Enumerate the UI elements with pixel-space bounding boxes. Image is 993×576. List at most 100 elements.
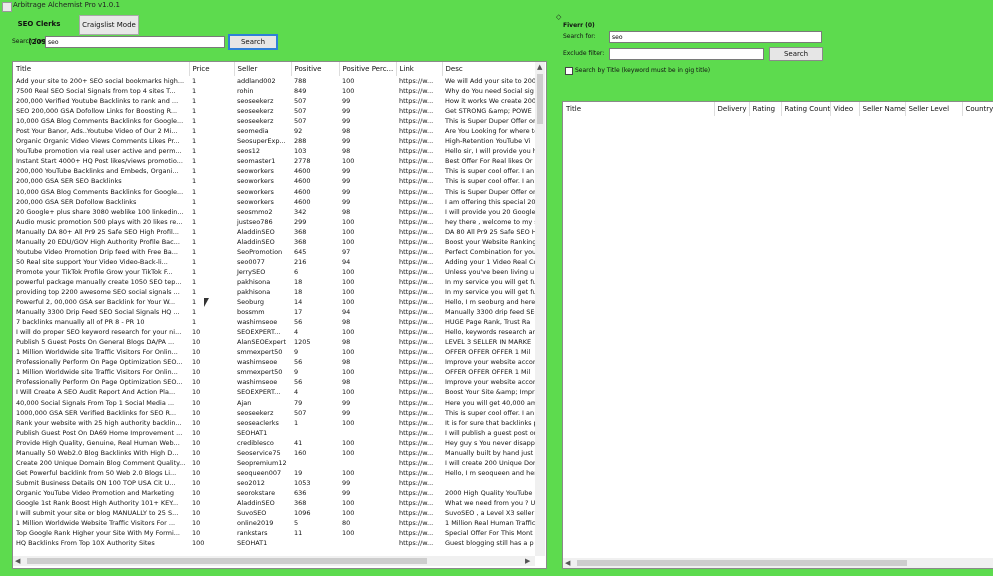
- table-row[interactable]: Professionally Perform On Page Optimizat…: [13, 377, 535, 387]
- table-row[interactable]: Top Google Rank Higher your Site With My…: [13, 528, 535, 538]
- table-cell: 1: [192, 117, 197, 126]
- fiverr-column-header-country[interactable]: Country: [962, 102, 993, 116]
- table-row[interactable]: Create 200 Unique Domain Blog Comment Qu…: [13, 458, 535, 468]
- table-row[interactable]: Publish Guest Post On DA69 Home Improvem…: [13, 428, 535, 438]
- table-row[interactable]: Manually 50 Web2.0 Blog Backlinks With H…: [13, 448, 535, 458]
- table-row[interactable]: Add your site to 200+ SEO social bookmar…: [13, 76, 535, 86]
- table-row[interactable]: Powerful 2, 00,000 GSA ser Backlink for …: [13, 297, 535, 307]
- table-row[interactable]: Manually 3300 Drip Feed SEO Social Signa…: [13, 307, 535, 317]
- column-header-seller[interactable]: Seller: [234, 62, 292, 76]
- table-cell: https://w...: [399, 378, 434, 387]
- scrollbar-thumb[interactable]: [537, 74, 543, 124]
- table-row[interactable]: Get Powerful backlink from 50 Web 2.0 Bl…: [13, 468, 535, 478]
- horizontal-scrollbar-thumb[interactable]: [27, 558, 427, 564]
- table-row[interactable]: 50 Real site support Your Video Video-Ba…: [13, 257, 535, 267]
- table-cell: 103: [294, 147, 307, 156]
- scroll-right-arrow-icon[interactable]: ▶: [525, 557, 530, 565]
- fiverr-column-header-video[interactable]: Video: [830, 102, 860, 116]
- column-header-positive[interactable]: Positive: [291, 62, 340, 76]
- table-row[interactable]: 40,000 Social Signals From Top 1 Social …: [13, 398, 535, 408]
- seo-clerks-results-table[interactable]: Title Price Seller Positive Positive Perc...…: [12, 61, 547, 569]
- table-row[interactable]: 10,000 GSA Blog Comments Backlinks for G…: [13, 116, 535, 126]
- fiverr-results-table[interactable]: Title Delivery Rating Rating Count Video Sell…: [562, 101, 993, 569]
- table-row[interactable]: Manually 20 EDU/GOV High Authority Profi…: [13, 237, 535, 247]
- table-cell: 100: [342, 237, 355, 246]
- table-cell: Ajan: [237, 398, 252, 407]
- table-row[interactable]: 1 Million Worldwide Website Traffic Visi…: [13, 518, 535, 528]
- table-row[interactable]: Manually DA 80+ All Pr9 25 Safe SEO High…: [13, 227, 535, 237]
- table-cell: YouTube promotion via real user active a…: [16, 147, 182, 156]
- table-row[interactable]: 200,000 YouTube Backlinks and Embeds, Or…: [13, 166, 535, 176]
- table-cell: 10: [192, 509, 201, 518]
- table-row[interactable]: I will submit your site or blog MANUALLY…: [13, 508, 535, 518]
- table-row[interactable]: Organic Organic Video Views Comments Lik…: [13, 136, 535, 146]
- table-row[interactable]: Professionally Perform On Page Optimizat…: [13, 357, 535, 367]
- table-row[interactable]: Google 1st Rank Boost High Authority 101…: [13, 498, 535, 508]
- fiverr-column-header-seller-level[interactable]: Seller Level: [905, 102, 963, 116]
- fiverr-column-header-rating[interactable]: Rating: [749, 102, 782, 116]
- table-row[interactable]: 7500 Real SEO Social Signals from top 4 …: [13, 86, 535, 96]
- table-row[interactable]: 200,000 Verified Youtube Backlinks to ra…: [13, 96, 535, 106]
- table-row[interactable]: HQ Backlinks From Top 10X Authority Site…: [13, 538, 535, 548]
- table-row[interactable]: 7 backlinks manually all of PR 8 - PR 10…: [13, 317, 535, 327]
- table-cell: 100: [342, 509, 355, 518]
- table-row[interactable]: I will do proper SEO keyword research fo…: [13, 327, 535, 337]
- table-cell: 788: [294, 77, 307, 86]
- fiverr-search-input[interactable]: [609, 31, 822, 43]
- table-row[interactable]: I Will Create A SEO Audit Report And Act…: [13, 387, 535, 397]
- table-row[interactable]: YouTube promotion via real user active a…: [13, 146, 535, 156]
- table-row[interactable]: 1000,000 GSA SER Verified Backlinks for …: [13, 408, 535, 418]
- splitter-arrows-icon[interactable]: ◇: [556, 13, 561, 21]
- tab-seo-clerks[interactable]: SEO Clerks (209): [6, 15, 72, 46]
- table-row[interactable]: Instant Start 4000+ HQ Post likes/views …: [13, 156, 535, 166]
- table-cell: seo2012: [237, 478, 265, 487]
- table-row[interactable]: 200,000 GSA SER Dofollow Backlinks 1 seowo…: [13, 197, 535, 207]
- search-input[interactable]: [45, 36, 225, 48]
- fiverr-column-header-title[interactable]: Title: [563, 102, 715, 116]
- column-header-link[interactable]: Link: [396, 62, 443, 76]
- table-row[interactable]: Provide High Quality, Genuine, Real Huma…: [13, 438, 535, 448]
- scroll-left-arrow-icon[interactable]: ◀: [15, 557, 20, 565]
- table-cell: I am offering this special 200: [445, 197, 535, 206]
- search-button[interactable]: Search: [228, 34, 278, 50]
- table-row[interactable]: SEO 200,000 GSA Dofollow Links for Boost…: [13, 106, 535, 116]
- table-row[interactable]: 1 Million Worldwide site Traffic Visitor…: [13, 367, 535, 377]
- fiverr-column-header-rating-count[interactable]: Rating Count: [781, 102, 831, 116]
- table-row[interactable]: providing top 2200 awesome SEO social si…: [13, 287, 535, 297]
- table-cell: Rank your website with 25 high authority…: [16, 418, 182, 427]
- fiverr-column-header-delivery[interactable]: Delivery: [714, 102, 750, 116]
- column-header-desc[interactable]: Desc: [442, 62, 536, 76]
- fiverr-column-header-seller-name[interactable]: Seller Name: [859, 102, 906, 116]
- scroll-up-arrow-icon[interactable]: ▲: [537, 63, 542, 71]
- table-row[interactable]: Organic YouTube Video Promotion and Mark…: [13, 488, 535, 498]
- table-cell: 10: [192, 458, 201, 467]
- vertical-scrollbar[interactable]: ▲: [535, 62, 545, 556]
- fiverr-scroll-left-arrow-icon[interactable]: ◀: [565, 559, 570, 567]
- table-row[interactable]: Rank your website with 25 high authority…: [13, 418, 535, 428]
- column-header-title[interactable]: Title: [13, 62, 190, 76]
- fiverr-horizontal-scrollbar-thumb[interactable]: [577, 560, 907, 566]
- table-cell: 99: [342, 187, 351, 196]
- table-cell: High-Retention YouTube Vi: [445, 137, 531, 146]
- table-cell: In my service you will get ful: [445, 277, 535, 286]
- table-cell: https://w...: [399, 97, 434, 106]
- table-row[interactable]: Promote your TikTok Profile Grow your Ti…: [13, 267, 535, 277]
- horizontal-scrollbar[interactable]: ◀ ▶: [13, 556, 535, 566]
- table-row[interactable]: 10,000 GSA Blog Comments Backlinks for G…: [13, 187, 535, 197]
- column-header-positive-perc[interactable]: Positive Perc...: [339, 62, 397, 76]
- table-row[interactable]: Audio music promotion 500 plays with 20 …: [13, 217, 535, 227]
- search-by-title-checkbox[interactable]: [565, 67, 573, 75]
- table-row[interactable]: Youtube Video Promotion Drip feed with F…: [13, 247, 535, 257]
- exclude-filter-input[interactable]: [609, 48, 764, 60]
- tab-craigslist-mode[interactable]: Craigslist Mode: [79, 15, 139, 35]
- table-row[interactable]: 20 Google+ plus share 3080 weblike 100 l…: [13, 207, 535, 217]
- column-header-price[interactable]: Price: [189, 62, 235, 76]
- table-row[interactable]: Submit Business Details ON 100 TOP USA C…: [13, 478, 535, 488]
- table-row[interactable]: 200,000 GSA SER SEO Backlinks 1 seoworkers…: [13, 176, 535, 186]
- table-row[interactable]: Post Your Banor, Ads..Youtube Video of O…: [13, 126, 535, 136]
- table-row[interactable]: powerful package manually create 1050 SE…: [13, 277, 535, 287]
- table-row[interactable]: Publish 5 Guest Posts On General Blogs D…: [13, 337, 535, 347]
- fiverr-search-button[interactable]: Search: [769, 47, 823, 61]
- fiverr-horizontal-scrollbar[interactable]: ◀: [563, 558, 993, 568]
- table-row[interactable]: 1 Million Worldwide site Traffic Visitor…: [13, 347, 535, 357]
